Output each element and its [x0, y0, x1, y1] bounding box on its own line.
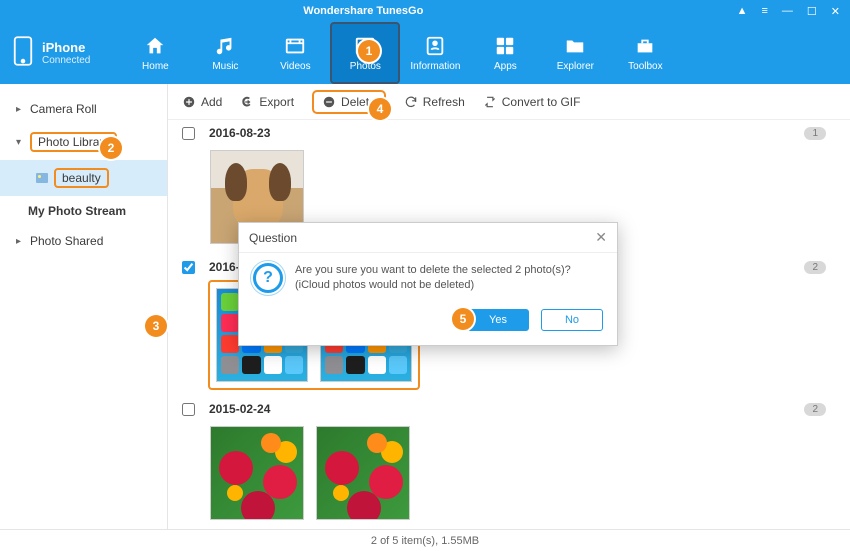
sidebar-label: Photo Shared: [30, 234, 103, 248]
convert-label: Convert to GIF: [502, 95, 581, 109]
sidebar-item-my-photo-stream[interactable]: My Photo Stream: [0, 196, 167, 226]
body: ▸ Camera Roll ▾Photo Library beaulty My P…: [0, 84, 850, 529]
sidebar-label: beaulty: [54, 168, 109, 188]
title-bar: Wondershare TunesGo ▲ ≡ — ☐ ✕: [0, 0, 850, 22]
device-text: iPhone Connected: [42, 40, 90, 66]
group-header[interactable]: 2015-02-24 2: [168, 396, 850, 422]
tab-information[interactable]: Information: [400, 22, 470, 84]
group-date: 2016-: [209, 260, 240, 274]
photo-thumbnail[interactable]: [210, 150, 304, 244]
tab-apps-label: Apps: [494, 61, 517, 72]
annotation-3: 3: [145, 315, 167, 337]
sidebar: ▸ Camera Roll ▾Photo Library beaulty My P…: [0, 84, 168, 529]
tab-videos[interactable]: Videos: [260, 22, 330, 84]
toolbar: Add Export Delete Refresh Convert to GIF: [168, 84, 850, 120]
group-checkbox[interactable]: [182, 261, 195, 274]
annotation-4: 4: [369, 98, 391, 120]
app-title: Wondershare TunesGo: [0, 5, 727, 17]
group-date: 2016-08-23: [209, 126, 270, 140]
status-text: 2 of 5 item(s), 1.55MB: [371, 535, 479, 547]
device-name: iPhone: [42, 40, 90, 55]
group-checkbox[interactable]: [182, 403, 195, 416]
phone-icon: [12, 36, 34, 71]
caret-right-icon: ▸: [16, 236, 24, 247]
photo-thumbnail[interactable]: [316, 426, 410, 520]
tab-home[interactable]: Home: [120, 22, 190, 84]
content: 2016-08-23 1 2016- 2 2015-02-24 2: [168, 120, 850, 529]
sidebar-label: My Photo Stream: [28, 204, 126, 218]
tab-toolbox[interactable]: Toolbox: [610, 22, 680, 84]
window-controls: ▲ ≡ — ☐ ✕: [727, 5, 850, 18]
sidebar-item-camera-roll[interactable]: ▸ Camera Roll: [0, 94, 167, 124]
tab-photos-label: Photos: [350, 61, 381, 72]
sidebar-item-photo-library[interactable]: ▾Photo Library: [0, 124, 167, 160]
thumbnail-row: [168, 146, 850, 254]
group-checkbox[interactable]: [182, 127, 195, 140]
tab-music-label: Music: [212, 61, 238, 72]
maximize-button[interactable]: ☐: [807, 5, 817, 18]
group-header[interactable]: 2016- 2: [168, 254, 850, 280]
close-button[interactable]: ✕: [831, 5, 840, 18]
main: Add Export Delete Refresh Convert to GIF…: [168, 84, 850, 529]
photo-thumbnail[interactable]: [210, 426, 304, 520]
tab-apps[interactable]: Apps: [470, 22, 540, 84]
tab-toolbox-label: Toolbox: [628, 61, 662, 72]
refresh-button[interactable]: Refresh: [404, 95, 465, 109]
thumbnail-row-selected: [208, 280, 420, 390]
export-button[interactable]: Export: [240, 95, 294, 109]
annotation-1: 1: [358, 40, 380, 62]
device-indicator[interactable]: iPhone Connected: [12, 36, 90, 71]
sidebar-label: Camera Roll: [30, 102, 97, 116]
sidebar-item-beauty[interactable]: beaulty: [0, 160, 167, 196]
main-tabs: Home Music Videos Photos Information App…: [120, 22, 680, 84]
convert-gif-button[interactable]: Convert to GIF: [483, 95, 581, 109]
add-button[interactable]: Add: [182, 95, 222, 109]
tab-explorer-label: Explorer: [557, 61, 594, 72]
header: iPhone Connected Home Music Videos Photo…: [0, 22, 850, 84]
photo-thumbnail[interactable]: [216, 288, 308, 382]
minimize-button[interactable]: —: [782, 5, 793, 18]
group-count: 1: [804, 127, 826, 140]
tab-home-label: Home: [142, 61, 169, 72]
refresh-label: Refresh: [423, 95, 465, 109]
sidebar-item-photo-shared[interactable]: ▸ Photo Shared: [0, 226, 167, 256]
status-bar: 2 of 5 item(s), 1.55MB: [0, 529, 850, 551]
tab-music[interactable]: Music: [190, 22, 260, 84]
thumbnail-row: [168, 422, 850, 529]
photo-thumbnail[interactable]: [320, 288, 412, 382]
caret-right-icon: ▸: [16, 104, 24, 115]
caret-down-icon: ▾: [16, 137, 24, 148]
tab-information-label: Information: [410, 61, 460, 72]
annotation-2: 2: [100, 137, 122, 159]
device-status: Connected: [42, 55, 90, 66]
photo-icon: [36, 173, 48, 183]
add-label: Add: [201, 95, 222, 109]
tab-explorer[interactable]: Explorer: [540, 22, 610, 84]
group-header[interactable]: 2016-08-23 1: [168, 120, 850, 146]
group-count: 2: [804, 403, 826, 416]
tab-videos-label: Videos: [280, 61, 310, 72]
menu-icon[interactable]: ≡: [761, 5, 767, 18]
user-icon[interactable]: ▲: [737, 5, 748, 18]
export-label: Export: [259, 95, 294, 109]
annotation-5: 5: [452, 308, 474, 330]
group-count: 2: [804, 261, 826, 274]
group-date: 2015-02-24: [209, 402, 270, 416]
